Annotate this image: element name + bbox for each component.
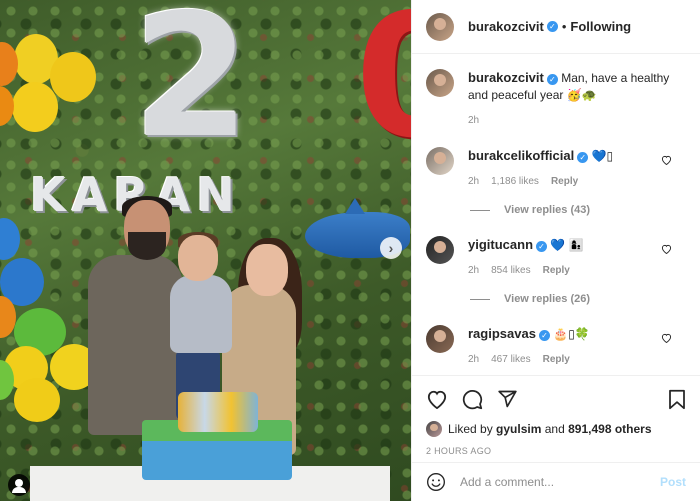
number-two-balloon: 2 bbox=[132, 0, 251, 176]
post-photo[interactable]: 2 0 K A R A N › bbox=[0, 0, 411, 501]
comment-likes[interactable]: 467 likes bbox=[491, 351, 530, 368]
reply-button[interactable]: Reply bbox=[543, 262, 570, 279]
likes-count-link[interactable]: 891,498 others bbox=[568, 422, 651, 436]
comment-text: 💙▯ bbox=[591, 149, 614, 163]
verified-badge-icon: ✓ bbox=[546, 74, 558, 85]
header-name-row: burakozcivit ✓ • Following bbox=[468, 19, 631, 34]
number-zero-balloon: 0 bbox=[355, 0, 411, 162]
reply-button[interactable]: Reply bbox=[543, 351, 570, 368]
comment-meta: 2h 1,186 likes Reply bbox=[468, 173, 686, 190]
header-username[interactable]: burakozcivit bbox=[468, 19, 544, 34]
view-replies-button[interactable]: View replies (26) bbox=[470, 293, 686, 305]
post-comment-button[interactable]: Post bbox=[660, 475, 686, 489]
comment-meta: 2h 467 likes Reply bbox=[468, 351, 686, 368]
avatar[interactable] bbox=[426, 236, 454, 264]
post-header: burakozcivit ✓ • Following bbox=[412, 0, 700, 54]
liked-by-user[interactable]: gyulsim bbox=[496, 422, 541, 436]
comment-time: 2h bbox=[468, 265, 480, 276]
caption: burakozcivit ✓ Man, have a healthy and pe… bbox=[426, 69, 686, 129]
letter-balloon: A bbox=[71, 168, 108, 222]
comment-item: burakcelikofficial ✓ 💙▯ 2h 1,186 likes Re… bbox=[426, 147, 686, 190]
comment-username[interactable]: yigitucann bbox=[468, 237, 533, 252]
comment-body: ragipsavas ✓ 🎂▯🍀 2h 467 likes Reply bbox=[468, 325, 686, 368]
paper-plane-icon[interactable] bbox=[497, 389, 518, 409]
comment-icon[interactable] bbox=[462, 389, 483, 410]
smiley-icon[interactable] bbox=[426, 472, 446, 492]
boy-face bbox=[178, 235, 218, 281]
post-actions: Liked by gyulsim and 891,498 others 2 HO… bbox=[412, 375, 700, 462]
caption-time: 2h bbox=[468, 115, 480, 126]
comment-composer: Post bbox=[412, 462, 700, 501]
comment-item: yigitucann ✓ 💙 👩‍👦 2h 854 likes Reply bbox=[426, 236, 686, 279]
verified-badge-icon: ✓ bbox=[536, 241, 548, 252]
verified-badge-icon: ✓ bbox=[577, 152, 589, 163]
caption-meta: 2h bbox=[468, 112, 686, 129]
comment-likes[interactable]: 854 likes bbox=[491, 262, 530, 279]
comment-username[interactable]: ragipsavas bbox=[468, 326, 536, 341]
cake-topper bbox=[178, 392, 258, 432]
avatar[interactable] bbox=[426, 69, 454, 97]
balloon bbox=[50, 52, 96, 102]
liked-by-and: and bbox=[544, 422, 565, 436]
bookmark-icon[interactable] bbox=[668, 389, 686, 410]
liked-by-row: Liked by gyulsim and 891,498 others bbox=[426, 421, 686, 437]
comment-input[interactable] bbox=[460, 475, 660, 489]
avatar[interactable] bbox=[426, 325, 454, 353]
replies-divider-line bbox=[470, 298, 490, 300]
avatar[interactable] bbox=[426, 12, 454, 41]
avatar[interactable] bbox=[426, 421, 442, 437]
post-side-panel: burakozcivit ✓ • Following burakozcivit ✓… bbox=[411, 0, 700, 501]
comment-username[interactable]: burakcelikofficial bbox=[468, 148, 574, 163]
verified-badge-icon: ✓ bbox=[538, 330, 550, 341]
chevron-right-icon: › bbox=[388, 240, 394, 256]
letter-balloon: K bbox=[30, 168, 66, 222]
view-replies-button[interactable]: View replies (43) bbox=[470, 204, 686, 216]
comment-text: 💙 👩‍👦 bbox=[550, 238, 584, 252]
action-icon-row bbox=[426, 384, 686, 414]
man bbox=[88, 255, 183, 435]
comment-body: yigitucann ✓ 💙 👩‍👦 2h 854 likes Reply bbox=[468, 236, 686, 279]
view-replies-label: View replies (43) bbox=[504, 204, 591, 216]
comment-like-heart-icon[interactable] bbox=[661, 155, 672, 165]
comment-item: ragipsavas ✓ 🎂▯🍀 2h 467 likes Reply bbox=[426, 325, 686, 368]
boy bbox=[170, 275, 232, 353]
comment-body: burakcelikofficial ✓ 💙▯ 2h 1,186 likes Re… bbox=[468, 147, 686, 190]
view-replies-label: View replies (26) bbox=[504, 293, 591, 305]
caption-body: burakozcivit ✓ Man, have a healthy and pe… bbox=[468, 69, 686, 129]
comment-likes[interactable]: 1,186 likes bbox=[491, 173, 539, 190]
separator-dot: • bbox=[561, 19, 567, 34]
woman-face bbox=[246, 244, 288, 296]
comments-list[interactable]: burakozcivit ✓ Man, have a healthy and pe… bbox=[412, 55, 700, 375]
liked-by-prefix: Liked by bbox=[448, 422, 493, 436]
verified-badge-icon: ✓ bbox=[546, 21, 558, 32]
user-tag-icon bbox=[12, 479, 26, 493]
balloon bbox=[12, 82, 58, 132]
avatar[interactable] bbox=[426, 147, 454, 175]
comment-time: 2h bbox=[468, 354, 480, 365]
heart-icon[interactable] bbox=[426, 389, 448, 409]
following-button[interactable]: Following bbox=[570, 19, 631, 34]
comment-time: 2h bbox=[468, 176, 480, 187]
reply-button[interactable]: Reply bbox=[551, 173, 578, 190]
post-timestamp[interactable]: 2 HOURS AGO bbox=[426, 446, 686, 456]
man-beard bbox=[128, 232, 166, 260]
tagged-users-button[interactable] bbox=[8, 474, 30, 496]
comment-like-heart-icon[interactable] bbox=[661, 244, 672, 254]
carousel-next-button[interactable]: › bbox=[380, 237, 402, 259]
comment-text: 🎂▯🍀 bbox=[553, 327, 590, 341]
balloon bbox=[14, 378, 60, 422]
comment-meta: 2h 854 likes Reply bbox=[468, 262, 686, 279]
comment-like-heart-icon[interactable] bbox=[661, 333, 672, 343]
replies-divider-line bbox=[470, 209, 490, 211]
letter-balloon: N bbox=[196, 168, 235, 222]
caption-username[interactable]: burakozcivit bbox=[468, 70, 544, 85]
